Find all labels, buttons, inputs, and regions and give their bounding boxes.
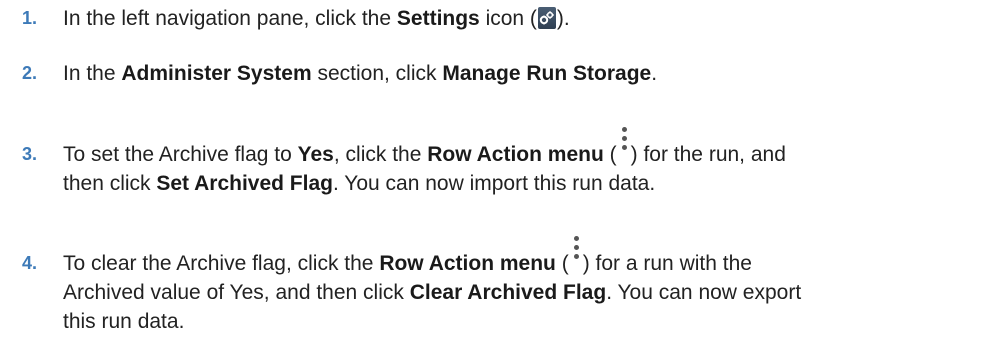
- text-run: . You can now import this run data.: [332, 172, 656, 195]
- text-run: , click the: [333, 143, 428, 166]
- text-run: section, click: [311, 62, 443, 85]
- line-1: To set the Archive flag to Yes, click th…: [63, 127, 993, 169]
- text-run: .: [651, 62, 658, 85]
- line-2: then click Set Archived Flag. You can no…: [63, 169, 993, 198]
- ui-term: Yes: [297, 143, 334, 166]
- ui-term: Clear Archived Flag: [409, 281, 607, 304]
- ui-term: Settings: [396, 7, 480, 30]
- ui-term: Row Action menu: [379, 252, 556, 275]
- text-run: ).: [556, 7, 570, 30]
- text-run: To clear the Archive flag, click the: [63, 252, 380, 275]
- ui-term: Manage Run Storage: [442, 62, 652, 85]
- step-text: To set the Archive flag to Yes, click th…: [63, 127, 993, 198]
- line-2: Archived value of Yes, and then click Cl…: [63, 278, 993, 307]
- step-number: 2.: [22, 63, 38, 83]
- kebab-menu-icon: [569, 236, 583, 270]
- step-number: 1.: [22, 8, 38, 28]
- kebab-menu-icon: [617, 127, 631, 161]
- text-run: icon (: [479, 7, 537, 30]
- text-run: (: [555, 252, 569, 275]
- settings-gear-icon: [537, 7, 556, 29]
- text-run: ) for a run with the: [582, 252, 752, 275]
- text-run: . You can now export: [606, 281, 802, 304]
- ui-term: Administer System: [121, 62, 312, 85]
- text-run: ) for the run, and: [630, 143, 786, 166]
- step-text: In the left navigation pane, click the S…: [63, 4, 993, 33]
- ui-term: Set Archived Flag: [156, 172, 333, 195]
- line-1: To clear the Archive flag, click the Row…: [63, 236, 993, 278]
- step-text: To clear the Archive flag, click the Row…: [63, 236, 993, 336]
- step-number: 4.: [22, 253, 38, 273]
- ui-term: Row Action menu: [427, 143, 604, 166]
- text-run: then click: [63, 172, 157, 195]
- step-number: 3.: [22, 144, 38, 164]
- line-3: this run data.: [63, 307, 993, 336]
- text-run: Archived value of Yes, and then click: [63, 281, 410, 304]
- text-run: In the left navigation pane, click the: [63, 7, 397, 30]
- text-run: To set the Archive flag to: [63, 143, 298, 166]
- text-run: (: [603, 143, 617, 166]
- text-run: this run data.: [63, 310, 185, 333]
- step-text: In the Administer System section, click …: [63, 59, 993, 88]
- text-run: In the: [63, 62, 122, 85]
